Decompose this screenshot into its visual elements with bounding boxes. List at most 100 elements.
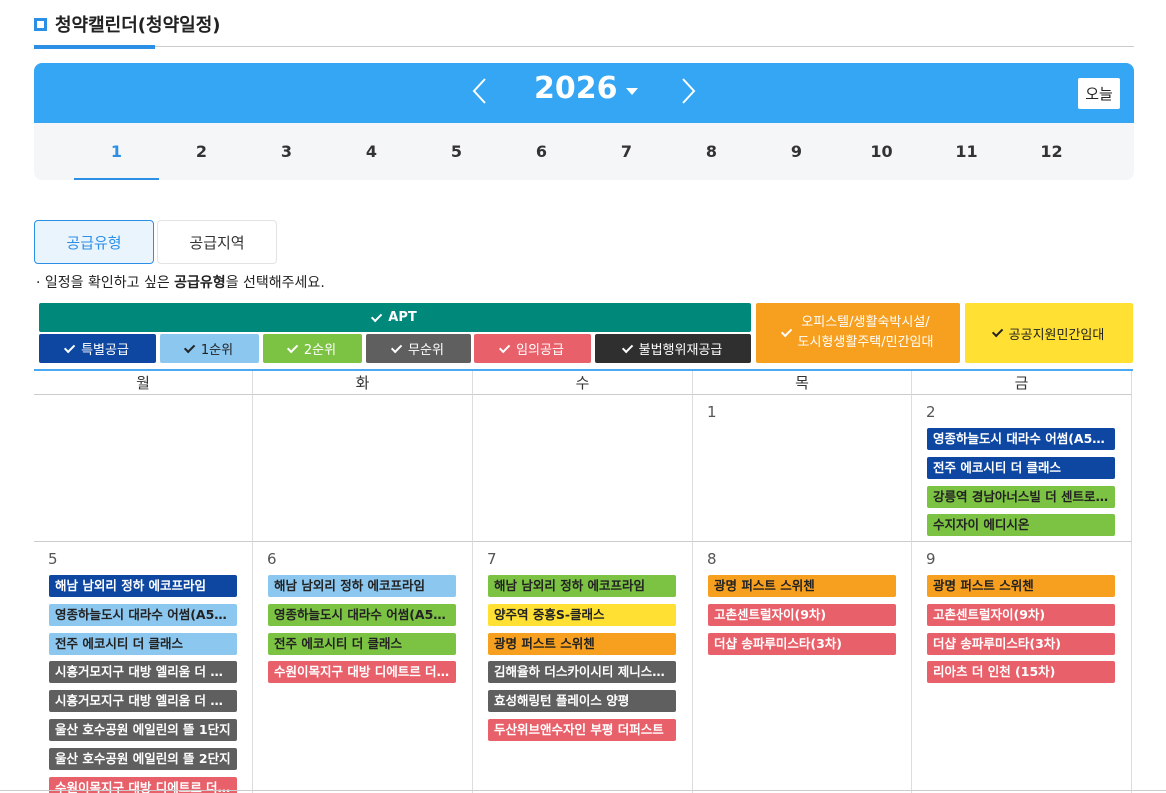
day-cell: 1 — [693, 395, 912, 542]
calendar-event[interactable]: 울산 호수공원 에일린의 뜰 2단지 — [49, 747, 237, 770]
calendar-event[interactable]: 영종하늘도시 대라수 어썸(A50… — [49, 603, 237, 626]
tab-month-4[interactable]: 4 — [329, 123, 414, 180]
filter-apt-button[interactable]: APT — [39, 303, 751, 332]
prev-year-button[interactable] — [466, 75, 496, 107]
day-number: 7 — [487, 550, 497, 568]
calendar-event[interactable]: 수원이목지구 대방 디에트르 더 … — [268, 661, 456, 684]
day-cell: 2 영종하늘도시 대라수 어썸(A50… 전주 에코시티 더 클래스강릉역 경남아너… — [912, 395, 1132, 542]
calendar-event[interactable]: 해남 남외리 정하 에코프라임 — [49, 575, 237, 597]
day-cell: 5 해남 남외리 정하 에코프라임영종하늘도시 대라수 어썸(A50… 전주 에코시… — [34, 542, 253, 793]
tab-month-3[interactable]: 3 — [244, 123, 329, 180]
guide-prefix: · 일정을 확인하고 싶은 — [36, 275, 175, 291]
filter-public-button[interactable]: 공공지원민간임대 — [965, 303, 1133, 363]
calendar-event[interactable]: 광명 퍼스트 스위첸 — [927, 575, 1115, 597]
page-title-text: 청약캘린더(청약일정) — [55, 15, 221, 36]
check-icon — [390, 341, 403, 353]
calendar-event[interactable]: 고촌센트럴자이(9차) — [708, 603, 896, 626]
filter-officetel-line1: 오피스텔/생활숙박시설/ — [801, 315, 930, 330]
calendar-event[interactable]: 시흥거모지구 대방 엘리움 더 루… — [49, 661, 237, 684]
filter-second-label: 2순위 — [303, 343, 337, 358]
next-year-button[interactable] — [672, 75, 702, 107]
tab-month-6[interactable]: 6 — [499, 123, 584, 180]
calendar-event[interactable]: 수지자이 에디시온 — [927, 514, 1115, 537]
calendar-event[interactable]: 고촌센트럴자이(9차) — [927, 603, 1115, 626]
calendar-grid: 월 화 수 목 금 1 2 영종하늘도시 대라수 어썸(A50… 전주 에코시티 더 클래스 강릉… — [34, 369, 1133, 793]
caret-down-icon[interactable] — [626, 88, 638, 95]
filter-second-button[interactable]: 2순위 — [263, 334, 362, 363]
today-button[interactable]: 오늘 — [1078, 78, 1120, 109]
calendar-event[interactable]: 시흥거모지구 대방 엘리움 더 루… — [49, 690, 237, 713]
calendar-event[interactable]: 전주 에코시티 더 클래스 — [927, 456, 1115, 479]
filter-none-button[interactable]: 무순위 — [366, 334, 471, 363]
check-icon — [780, 325, 792, 338]
calendar-event[interactable]: 효성해링턴 플레이스 양평 — [488, 690, 676, 713]
guide-bold: 공급유형 — [174, 275, 226, 291]
tab-month-10[interactable]: 10 — [839, 123, 924, 180]
calendar-event[interactable]: 양주역 중흥S-클래스 — [488, 603, 676, 626]
calendar-event[interactable]: 전주 에코시티 더 클래스 — [268, 632, 456, 655]
day-cell — [34, 395, 253, 542]
day-number: 1 — [707, 403, 717, 421]
tab-month-9[interactable]: 9 — [754, 123, 839, 180]
tab-month-11[interactable]: 11 — [924, 123, 1009, 180]
title-divider — [34, 46, 1134, 47]
calendar-event[interactable]: 영종하늘도시 대라수 어썸(A50… — [268, 603, 456, 626]
calendar-event[interactable]: 영종하늘도시 대라수 어썸(A50… — [927, 428, 1115, 450]
guide-suffix: 을 선택해주세요. — [225, 275, 325, 291]
tab-month-1[interactable]: 1 — [74, 123, 159, 180]
calendar-event[interactable]: 리아츠 더 인천 (15차) — [927, 661, 1115, 684]
tab-supply-type[interactable]: 공급유형 — [34, 220, 154, 264]
month-tabs: 1 2 3 4 5 6 7 8 9 10 11 12 — [34, 123, 1134, 180]
filter-apt-label: APT — [388, 310, 417, 325]
calendar-event[interactable]: 강릉역 경남아너스빌 더 센트로(… — [927, 485, 1115, 508]
chevron-left-icon — [472, 78, 486, 104]
calendar-event[interactable]: 전주 에코시티 더 클래스 — [49, 632, 237, 655]
check-icon — [64, 341, 76, 353]
filter-officetel-line2: 도시형생활주택/민간임대 — [797, 335, 934, 350]
calendar-event[interactable]: 울산 호수공원 에일린의 뜰 1단지 — [49, 719, 237, 741]
calendar-event[interactable]: 두산위브앤수자인 부평 더퍼스트 — [488, 719, 676, 741]
tab-month-2[interactable]: 2 — [159, 123, 244, 180]
check-icon — [371, 310, 383, 322]
day-number: 6 — [267, 550, 277, 568]
filter-special-label: 특별공급 — [81, 343, 129, 358]
calendar-event[interactable]: 해남 남외리 정하 에코프라임 — [268, 575, 456, 597]
check-icon — [286, 341, 299, 353]
tab-month-7[interactable]: 7 — [584, 123, 669, 180]
day-cell: 9 광명 퍼스트 스위첸 고촌센트럴자이(9차) 더샵 송파루미스타(3차) 리아츠 더… — [912, 542, 1132, 793]
filter-officetel-button[interactable]: 오피스텔/생활숙박시설/도시형생활주택/민간임대 — [756, 303, 960, 363]
calendar-event[interactable]: 광명 퍼스트 스위첸 — [488, 632, 676, 655]
square-bullet-icon — [34, 17, 47, 31]
filter-first-button[interactable]: 1순위 — [160, 334, 259, 363]
day-cell — [473, 395, 693, 542]
day-number: 2 — [926, 403, 936, 421]
page-bottom-divider — [0, 790, 1166, 791]
check-icon — [621, 341, 633, 353]
day-cell — [253, 395, 473, 542]
day-cell: 6 해남 남외리 정하 에코프라임영종하늘도시 대라수 어썸(A50… 전주 에코시… — [253, 542, 473, 793]
filter-special-button[interactable]: 특별공급 — [39, 334, 156, 363]
calendar-event[interactable]: 광명 퍼스트 스위첸 — [708, 575, 896, 597]
filter-illegal-button[interactable]: 불법행위재공급 — [595, 334, 751, 363]
calendar-event[interactable]: 더샵 송파루미스타(3차) — [927, 632, 1115, 655]
tab-month-5[interactable]: 5 — [414, 123, 499, 180]
day-cell: 8 광명 퍼스트 스위첸 고촌센트럴자이(9차) 더샵 송파루미스타(3차) — [693, 542, 912, 793]
weekday-header: 금 — [912, 371, 1132, 395]
filter-illegal-label: 불법행위재공급 — [638, 343, 723, 358]
calendar-event[interactable]: 해남 남외리 정하 에코프라임 — [488, 575, 676, 597]
weekday-header: 월 — [34, 371, 253, 395]
calendar-event[interactable]: 김해율하 더스카이시티 제니스… — [488, 661, 676, 684]
filter-public-label: 공공지원민간임대 — [1008, 327, 1105, 343]
year-label[interactable]: 2026 — [534, 71, 618, 106]
weekday-header: 화 — [253, 371, 473, 395]
tab-supply-region[interactable]: 공급지역 — [157, 220, 277, 264]
filter-random-button[interactable]: 임의공급 — [474, 334, 591, 363]
year-header: 2026 오늘 — [34, 63, 1134, 123]
chevron-right-icon — [682, 78, 696, 104]
day-number: 5 — [48, 550, 58, 568]
tab-month-8[interactable]: 8 — [669, 123, 754, 180]
tab-month-12[interactable]: 12 — [1009, 123, 1094, 180]
filter-random-label: 임의공급 — [516, 343, 564, 358]
weekday-header: 수 — [473, 371, 693, 395]
calendar-event[interactable]: 더샵 송파루미스타(3차) — [708, 632, 896, 655]
